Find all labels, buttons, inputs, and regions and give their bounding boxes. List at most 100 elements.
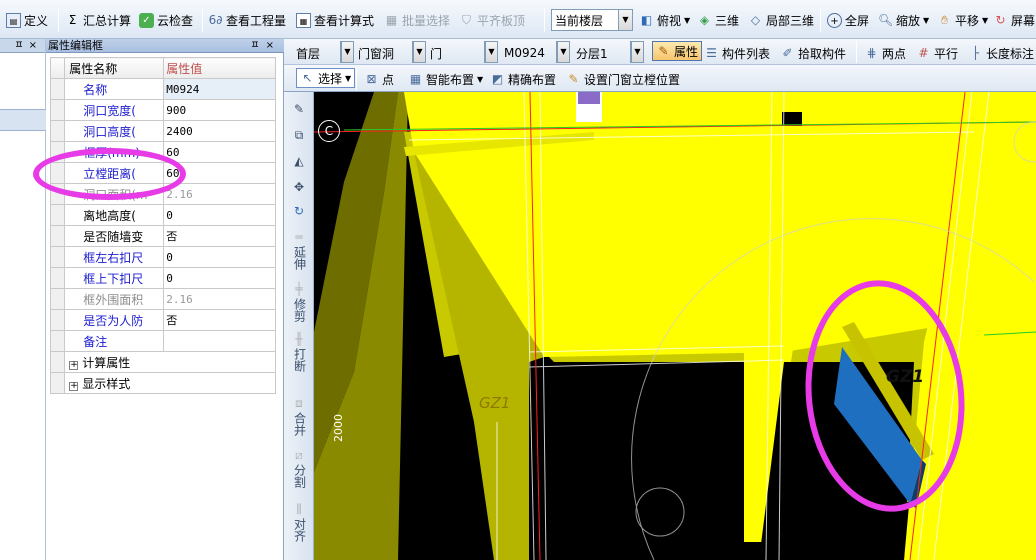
precise-place-icon: ◩ [491,71,504,86]
close-icon[interactable]: × [29,40,42,51]
property-value[interactable]: 否 [163,225,276,247]
property-row-follow-wall[interactable]: 是否随墙变 否 [49,225,276,247]
property-value[interactable]: 0 [163,267,276,289]
drawing-canvas[interactable]: C GZ1 GZ1 2000 [314,92,1036,560]
component-select[interactable]: ▼ [556,41,570,63]
property-row-opening-height[interactable]: 洞口高度( 2400 [49,120,276,142]
floor-select[interactable]: ▼ [340,41,354,63]
rotate-icon[interactable]: ↻ [284,204,314,218]
quantity-icon: 6∂ [208,12,223,27]
close-icon[interactable]: × [266,40,280,51]
property-row-civil-defense[interactable]: 是否为人防 否 [49,309,276,331]
property-value[interactable]: M0924 [163,78,276,100]
screen-rotate-button[interactable]: ↻ 屏幕 [993,9,1035,31]
property-row-opening-width[interactable]: 洞口宽度( 900 [49,99,276,121]
chevron-down-icon: ▼ [345,73,352,83]
two-points-icon: ⋕ [866,45,877,60]
property-value[interactable] [163,330,276,352]
property-label: 立樘距离( [64,162,165,184]
row-gutter [49,162,65,184]
pick-component-label: 拾取构件 [798,46,847,61]
column-top-mark [578,92,600,104]
zoom-label: 缩放 [896,13,921,28]
length-dim-button[interactable]: ├ 长度标注 [968,43,1034,63]
brush-icon[interactable]: ✎ [284,102,314,116]
partial-3d-icon: ◇ [750,12,761,27]
two-points-button[interactable]: ⋕ 两点 [864,43,906,63]
trim-button[interactable]: 修剪 [284,298,314,326]
move-icon[interactable]: ✥ [284,180,314,194]
view-3d-button[interactable]: ◈ 三维 [697,9,739,31]
property-value[interactable]: 2400 [163,120,276,142]
category-select[interactable]: ▼ [412,41,426,63]
formula-icon: ▦ [296,12,311,28]
property-row-opening-area[interactable]: 洞口面积(m 2.16 [49,183,276,205]
partial-3d-button[interactable]: ◇ 局部三维 [748,9,814,31]
parallel-button[interactable]: # 平行 [916,43,958,63]
view-quantity-button[interactable]: 6∂ 查看工程量 [208,9,286,31]
align-button[interactable]: 对齐 [284,518,314,546]
select-dropdown[interactable]: ↖ 选择 ▼ [296,68,356,88]
toolbar-divider [856,41,857,63]
screen-rotate-label: 屏幕 [1011,13,1036,28]
summary-calc-button[interactable]: Σ 汇总计算 [65,9,131,31]
expand-icon[interactable]: + [69,360,79,370]
view-mode-dropdown[interactable]: ◧ 俯视 ▼ [639,9,690,31]
point-button[interactable]: ⊠ 点 [364,69,394,89]
define-button[interactable]: ▤ 定义 [6,9,48,31]
split-button[interactable]: 分割 [284,464,314,492]
property-label: 是否为人防 [64,309,165,331]
layer-select[interactable]: ▼ [630,41,644,63]
row-gutter [49,120,65,142]
flat-slab-icon: ⛉ [461,12,471,27]
property-row-name[interactable]: 名称 M0924 [49,78,276,100]
property-row-height-above-ground[interactable]: 离地高度( 0 [49,204,276,226]
property-row-frame-outer-area[interactable]: 框外围面积 2.16 [49,288,276,310]
property-group-label: 显示样式 [82,376,131,391]
property-group[interactable]: + 计算属性 [64,351,276,373]
merge-button[interactable]: 合并 [284,412,314,440]
property-value[interactable]: 否 [163,309,276,331]
break-icon: ╫ [295,332,303,346]
type-select[interactable]: ▼ [484,41,498,63]
batch-select-button[interactable]: ▦ 批量选择 [384,9,450,31]
navigation-selected-band[interactable] [0,109,46,131]
mirror-icon[interactable]: ◭ [284,154,314,168]
property-row-frame-distance[interactable]: 立樘距离( 60 [49,162,276,184]
property-row-frame-lr-deduct[interactable]: 框左右扣尺 0 [49,246,276,268]
extend-button[interactable]: 延伸 [284,246,314,274]
break-button[interactable]: 打断 [284,348,314,376]
property-value[interactable]: 0 [163,204,276,226]
fullscreen-button[interactable]: + 全屏 [827,9,869,31]
property-row-remarks[interactable]: 备注 [49,330,276,352]
cloud-check-button[interactable]: ✓ 云检查 [139,9,193,31]
properties-toggle-button[interactable]: ✎ 属性 [652,41,703,61]
property-row-frame-tb-deduct[interactable]: 框上下扣尺 0 [49,267,276,289]
property-value[interactable]: 60 [163,141,276,163]
floor-scope-select[interactable]: 当前楼层 ▼ [551,9,633,31]
property-value[interactable]: 0 [163,246,276,268]
property-row-frame-thickness[interactable]: 框厚(mm) 60 [49,141,276,163]
smart-place-dropdown[interactable]: ▦ 智能布置 ▼ [408,69,483,89]
flat-slab-button[interactable]: ⛉ 平齐板顶 [459,9,525,31]
expand-icon[interactable]: + [69,381,79,391]
chevron-down-icon: ▼ [923,15,930,25]
pin-icon[interactable]: ㅍ [250,40,265,51]
pan-dropdown[interactable]: ✋︎ 平移 ▼ [937,9,988,31]
view-formula-button[interactable]: ▦ 查看计算式 [296,9,374,31]
property-grid: 属性名称 属性值 名称 M0924 洞口宽度( 900 洞口高度( 2400 框… [49,57,276,394]
pick-component-button[interactable]: ✐ 拾取构件 [780,43,846,63]
property-group[interactable]: + 显示样式 [64,372,276,394]
pin-icon[interactable]: ㅍ [14,40,28,51]
precise-place-button[interactable]: ◩ 精确布置 [490,69,556,89]
set-frame-position-button[interactable]: ✎ 设置门窗立樘位置 [566,69,680,89]
property-value[interactable]: 60 [163,162,276,184]
chevron-down-icon: ▼ [982,15,989,25]
toolbar-divider [58,8,59,32]
zoom-dropdown[interactable]: 🔍︎ 缩放 ▼ [878,9,929,31]
property-group-display[interactable]: + 显示样式 [49,372,276,394]
copy-icon[interactable]: ⧉ [284,128,314,143]
property-value[interactable]: 900 [163,99,276,121]
property-group-calc[interactable]: + 计算属性 [49,351,276,373]
component-list-button[interactable]: ☰ 构件列表 [704,43,770,63]
